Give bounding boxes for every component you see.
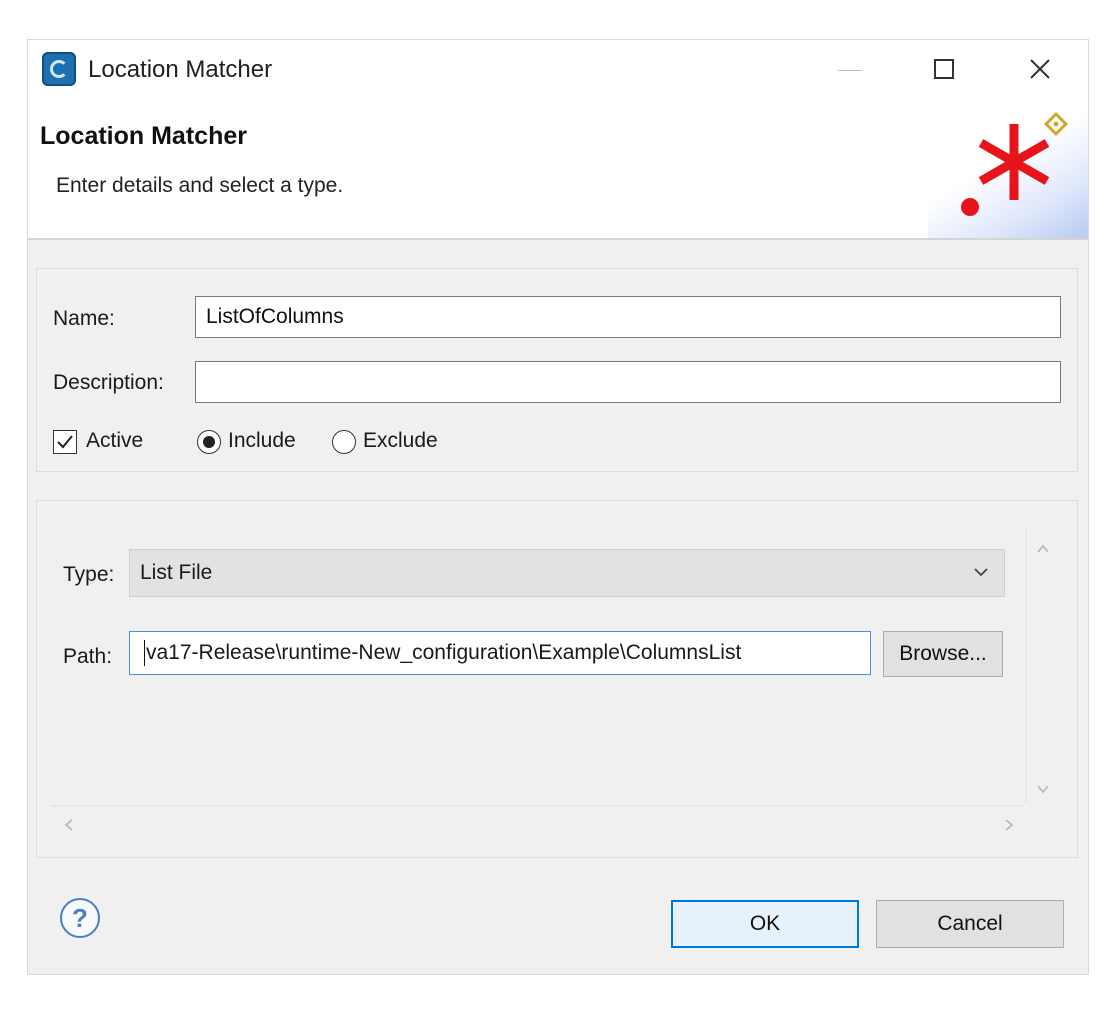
details-group: Name: Description: Active Include Exclud… [36, 268, 1078, 472]
description-input[interactable] [195, 361, 1061, 403]
text-caret [144, 640, 145, 666]
help-icon[interactable]: ? [60, 898, 100, 938]
scroll-right-icon[interactable] [1001, 817, 1017, 833]
scroll-down-icon[interactable] [1035, 781, 1051, 797]
path-input[interactable]: va17-Release\runtime-New_configuration\E… [129, 631, 871, 675]
include-radio[interactable] [197, 430, 221, 454]
chevron-down-icon [974, 568, 988, 577]
path-label: Path: [63, 645, 113, 668]
red-asterisk-icon [961, 111, 1069, 216]
banner-graphic [928, 98, 1088, 238]
vertical-scroll-track [1025, 527, 1027, 803]
close-button[interactable] [1014, 48, 1066, 90]
name-label: Name: [53, 307, 115, 330]
radio-selected-dot [203, 436, 215, 448]
type-group: Type: List File Path: va17-Release\runti… [36, 500, 1078, 858]
exclude-radio[interactable] [332, 430, 356, 454]
ok-button[interactable]: OK [671, 900, 859, 948]
active-label: Active [86, 429, 144, 452]
close-icon [1030, 59, 1050, 79]
banner-subtitle: Enter details and select a type. [56, 174, 344, 197]
window-title: Location Matcher [88, 56, 273, 83]
minimize-button[interactable] [824, 48, 876, 90]
horizontal-scroll-track [51, 805, 1023, 807]
exclude-label: Exclude [363, 429, 438, 452]
title-bar[interactable]: Location Matcher [28, 40, 1088, 98]
minimize-icon [838, 69, 862, 71]
banner-title: Location Matcher [40, 122, 247, 150]
include-label: Include [228, 429, 296, 452]
type-select[interactable]: List File [129, 549, 1005, 597]
type-select-value: List File [140, 561, 213, 584]
header-banner: Location Matcher Enter details and selec… [28, 98, 1088, 240]
maximize-button[interactable] [918, 48, 970, 90]
browse-button[interactable]: Browse... [883, 631, 1003, 677]
description-label: Description: [53, 371, 164, 394]
app-icon [42, 52, 76, 86]
checkmark-icon [57, 435, 73, 449]
active-checkbox[interactable] [53, 430, 77, 454]
type-label: Type: [63, 563, 115, 586]
name-input[interactable] [195, 296, 1061, 338]
cancel-button[interactable]: Cancel [876, 900, 1064, 948]
path-input-value: va17-Release\runtime-New_configuration\E… [146, 641, 742, 664]
dialog-window: Location Matcher Location Matcher Enter … [28, 40, 1088, 974]
scroll-up-icon[interactable] [1035, 541, 1051, 557]
scroll-left-icon[interactable] [61, 817, 77, 833]
maximize-icon [934, 59, 954, 79]
